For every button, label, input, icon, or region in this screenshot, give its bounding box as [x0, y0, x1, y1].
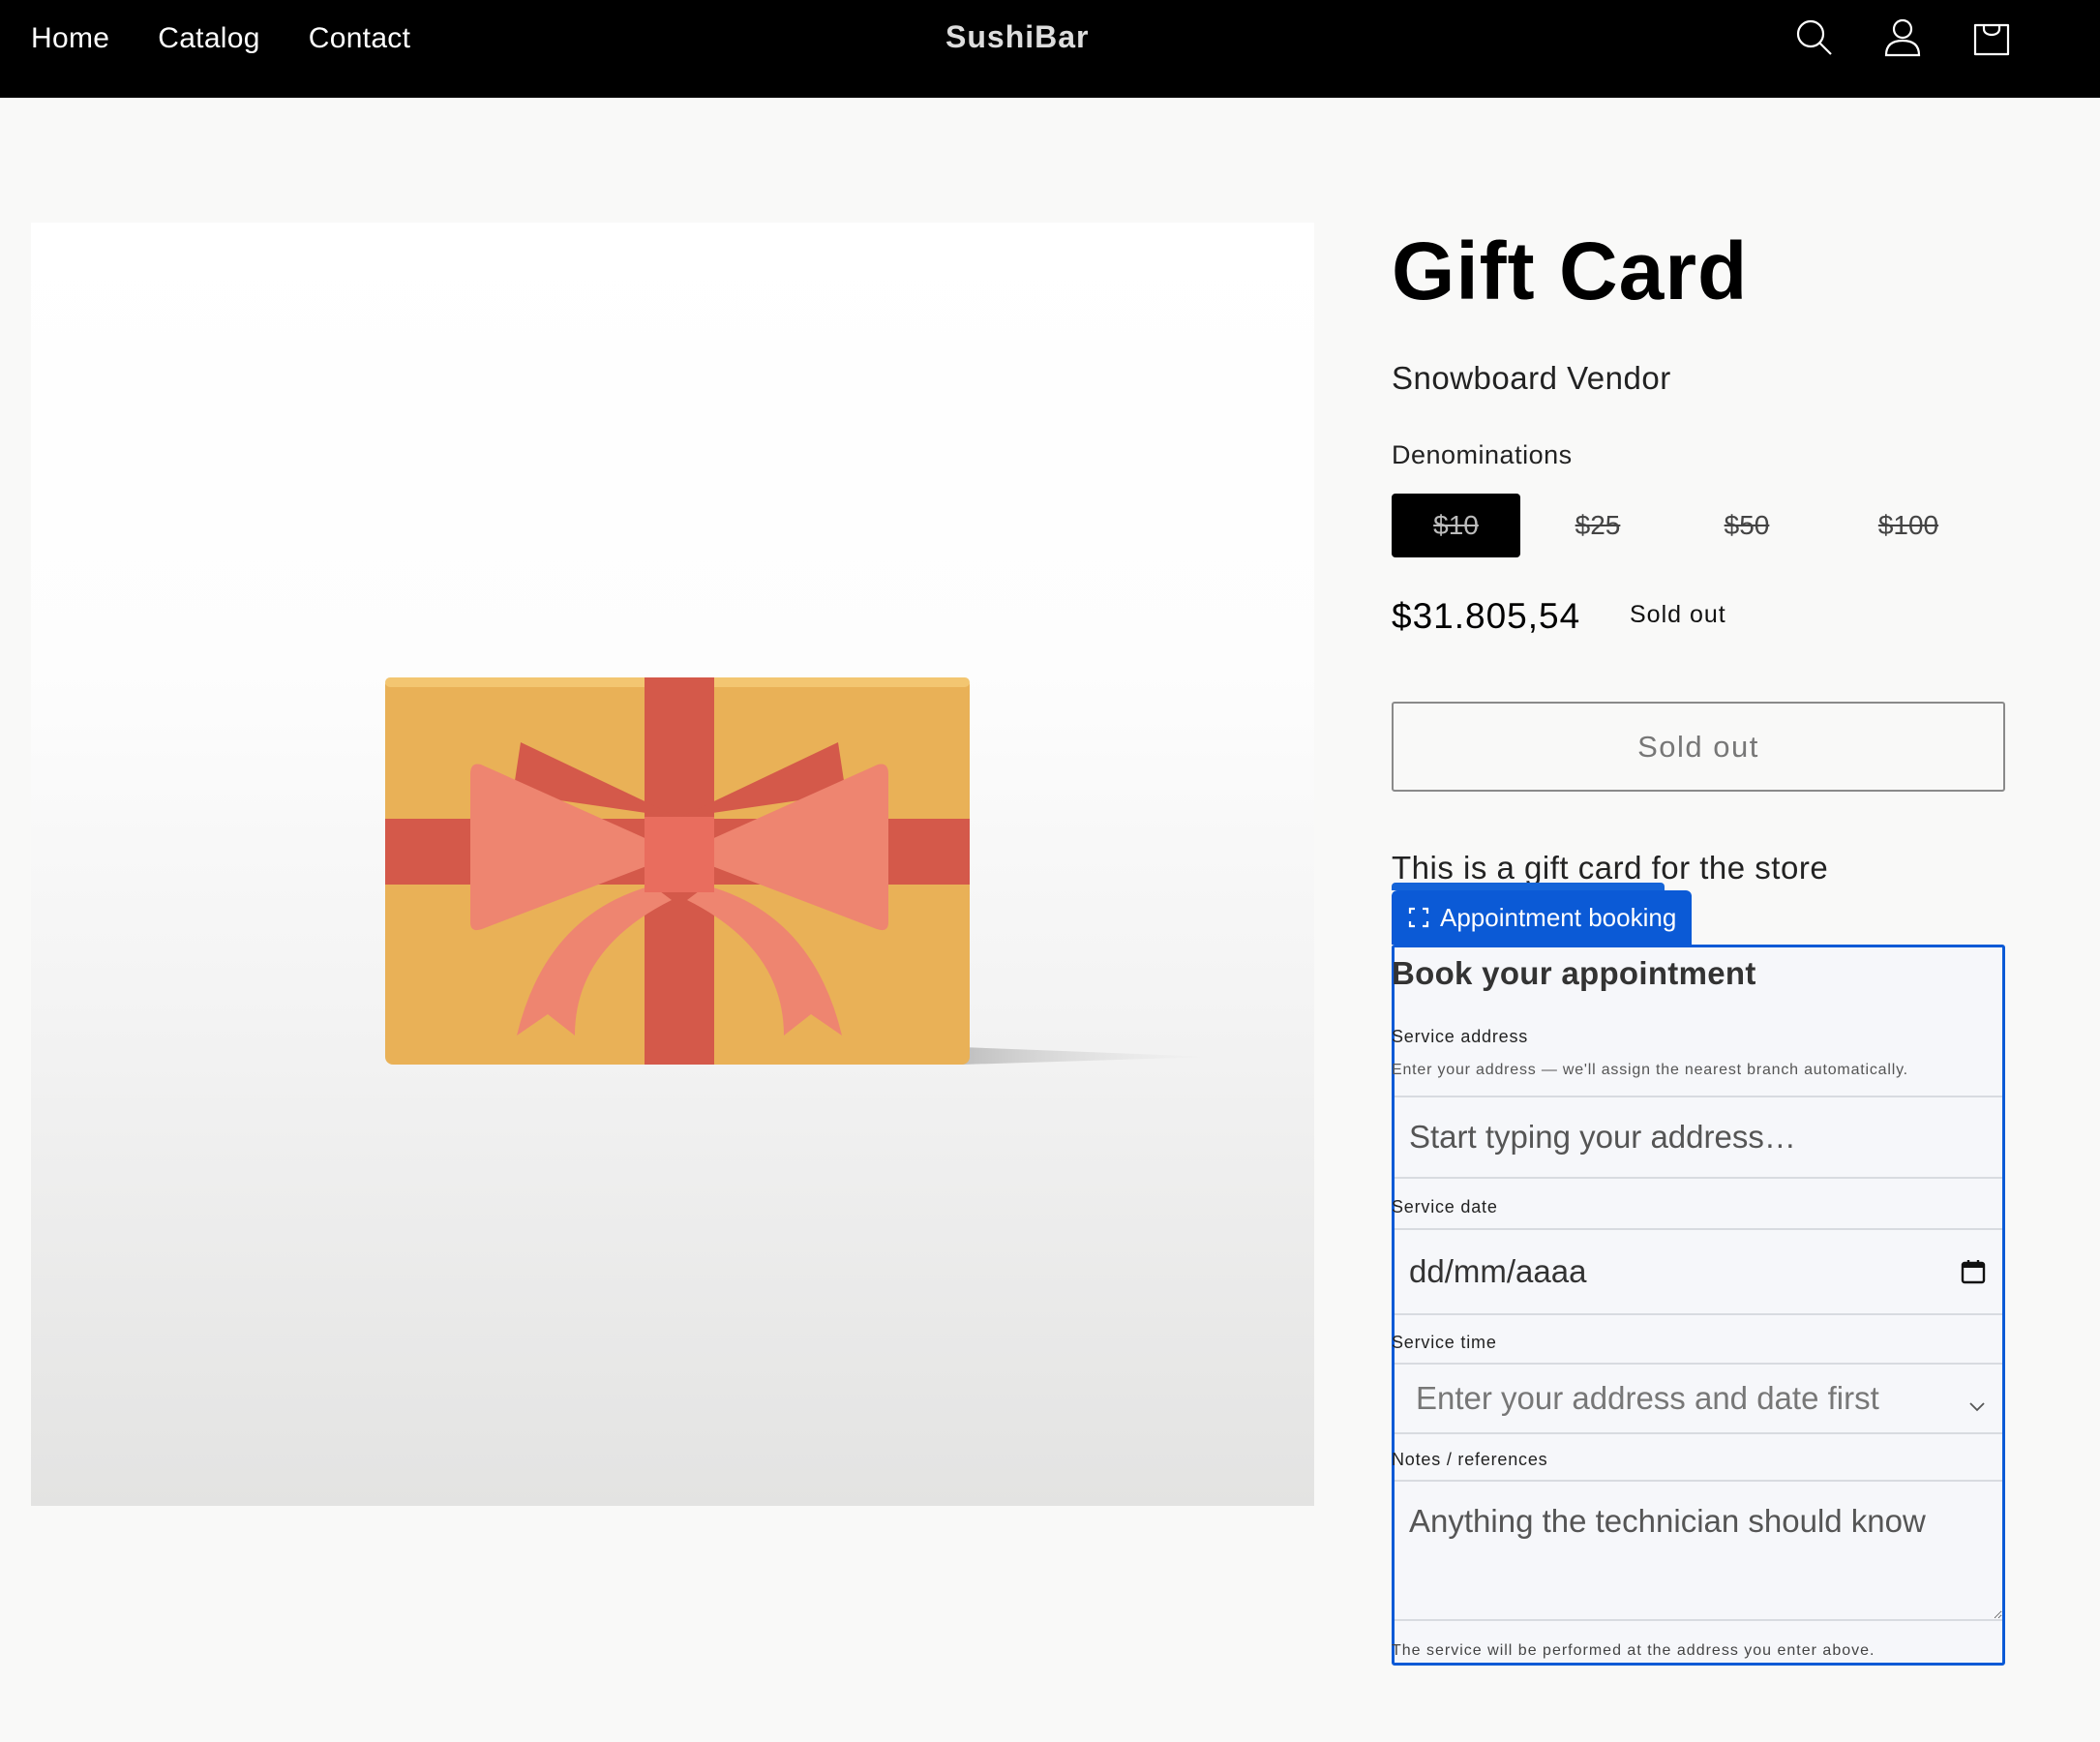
site-header: Home Catalog Contact SushiBar: [0, 0, 2100, 98]
sold-out-badge: Sold out: [1630, 601, 1726, 628]
notes-textarea[interactable]: [1395, 1480, 2002, 1621]
booking-footnote: The service will be performed at the add…: [1392, 1642, 1875, 1659]
search-icon[interactable]: [1792, 15, 1835, 58]
denomination-option-25[interactable]: $25: [1528, 494, 1667, 557]
nav-link-catalog[interactable]: Catalog: [158, 22, 260, 55]
description-highlight: [1392, 883, 1665, 890]
service-address-help: Enter your address — we'll assign the ne…: [1392, 1062, 1908, 1078]
denomination-options: $10 $25 $50 $100: [1392, 494, 1998, 557]
appointment-booking-form: Book your appointment Service address En…: [1392, 945, 2005, 1666]
main-nav: Home Catalog Contact: [31, 0, 410, 77]
product-price: $31.805,54: [1392, 596, 1581, 636]
product-description: This is a gift card for the store: [1392, 850, 1829, 886]
gift-card-illustration: [385, 677, 1214, 1065]
cart-icon[interactable]: [1970, 15, 2013, 58]
nav-link-contact[interactable]: Contact: [309, 22, 411, 55]
denominations-label: Denominations: [1392, 440, 1573, 469]
brand-logo[interactable]: SushiBar: [945, 19, 1089, 55]
appointment-booking-tab-label: Appointment booking: [1440, 902, 1677, 932]
service-address-label: Service address: [1392, 1027, 1529, 1046]
product-image[interactable]: [31, 223, 1314, 1506]
account-icon[interactable]: [1881, 15, 1924, 58]
calendar-icon[interactable]: [1959, 1257, 1988, 1286]
service-time-select[interactable]: Enter your address and date first: [1395, 1363, 2002, 1434]
nav-link-home[interactable]: Home: [31, 22, 109, 55]
denomination-option-10[interactable]: $10: [1392, 494, 1520, 557]
sold-out-button[interactable]: Sold out: [1392, 702, 2005, 792]
booking-title: Book your appointment: [1392, 955, 1756, 991]
service-time-placeholder: Enter your address and date first: [1416, 1380, 1879, 1416]
service-address-input[interactable]: [1395, 1096, 2002, 1179]
notes-label: Notes / references: [1392, 1450, 1548, 1469]
appointment-booking-tab[interactable]: Appointment booking: [1392, 890, 1693, 945]
service-date-input[interactable]: dd/mm/aaaa: [1395, 1228, 2002, 1315]
denomination-option-50[interactable]: $50: [1675, 494, 1818, 557]
denomination-option-100[interactable]: $100: [1826, 494, 1991, 557]
product-vendor: Snowboard Vendor: [1392, 360, 1671, 396]
product-title: Gift Card: [1392, 225, 1749, 316]
frame-select-icon: [1407, 906, 1430, 929]
service-date-label: Service date: [1392, 1197, 1498, 1216]
service-time-label: Service time: [1392, 1333, 1497, 1352]
header-icons: [1792, 15, 2013, 58]
chevron-down-icon: [1966, 1388, 1988, 1412]
service-date-placeholder: dd/mm/aaaa: [1409, 1253, 1587, 1289]
